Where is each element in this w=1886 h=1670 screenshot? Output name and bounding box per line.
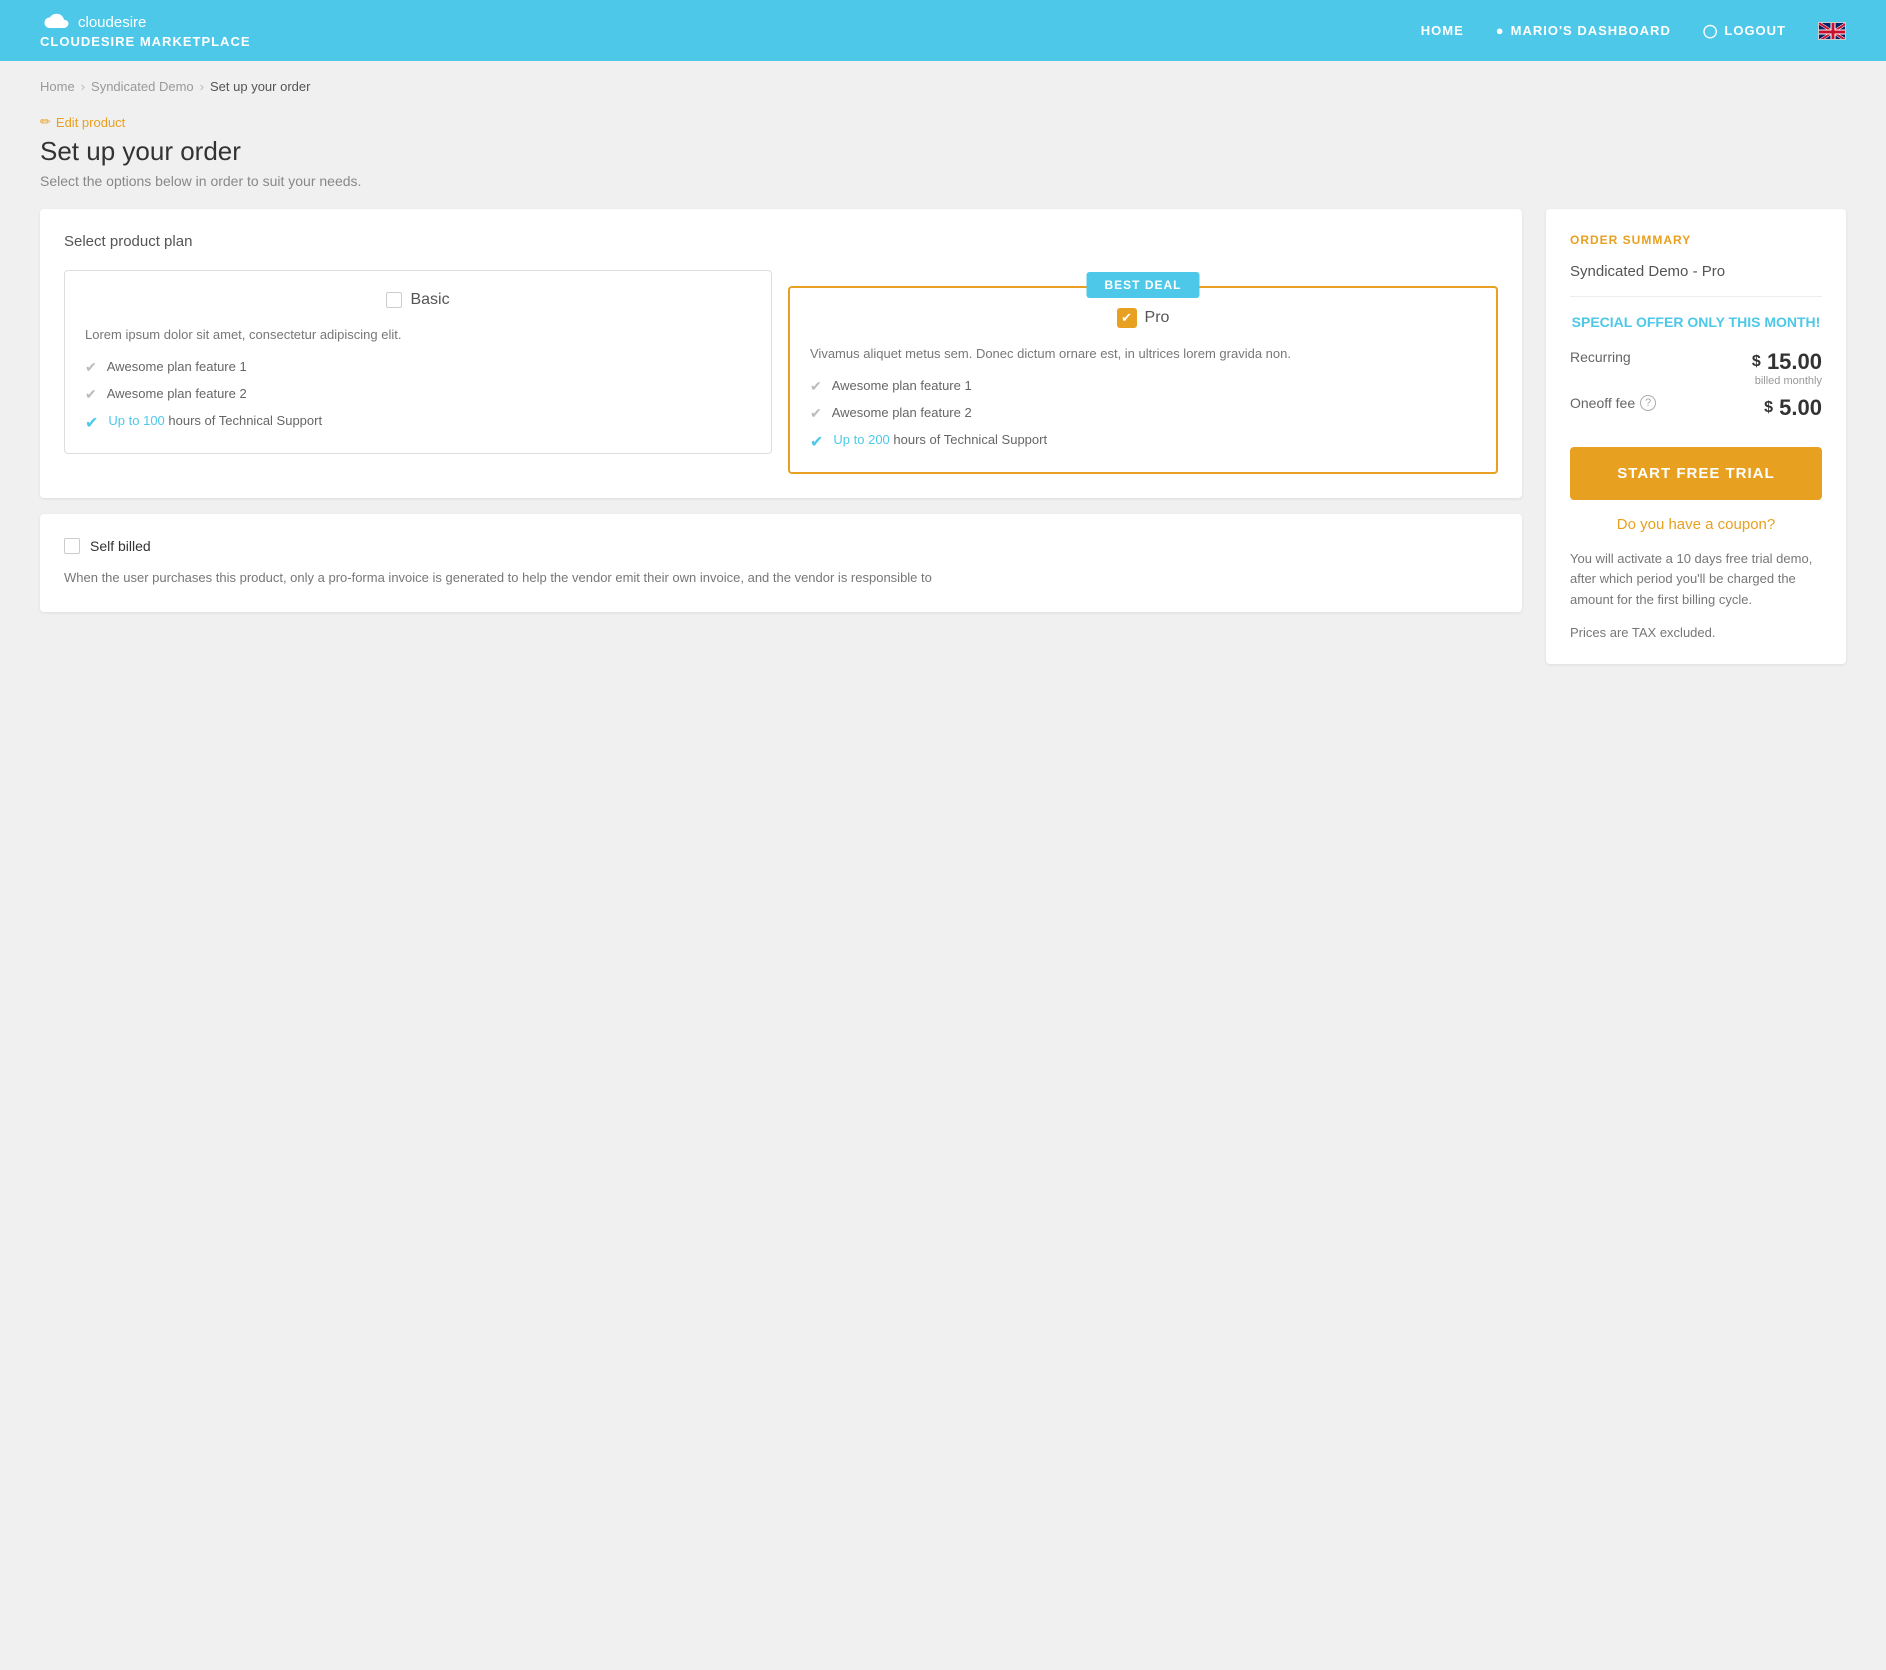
breadcrumb-sep-1: ›	[81, 79, 85, 94]
recurring-amount: $ 15.00	[1752, 349, 1822, 375]
plan-basic-header: Basic	[85, 291, 751, 309]
plan-feature: ✔ Awesome plan feature 1	[85, 359, 751, 376]
order-summary-title: ORDER SUMMARY	[1570, 233, 1822, 247]
plan-pro-checkbox[interactable]: ✔	[1117, 308, 1137, 328]
plan-pro-features: ✔ Awesome plan feature 1 ✔ Awesome plan …	[810, 378, 1476, 452]
logo: cloudesire CLOUDESIRE MARKETPLACE	[40, 12, 251, 49]
plan-selection-card: Select product plan Basic Lorem ipsum do…	[40, 209, 1522, 498]
plan-feature-highlight: ✔ Up to 100 hours of Technical Support	[85, 413, 751, 433]
page-title-section: ✏ Edit product Set up your order Select …	[0, 104, 1886, 209]
order-product-name: Syndicated Demo - Pro	[1570, 263, 1822, 280]
plan-cards: Basic Lorem ipsum dolor sit amet, consec…	[64, 270, 1498, 474]
plan-basic-name: Basic	[410, 291, 449, 309]
user-icon: ●	[1496, 23, 1505, 38]
plan-basic-description: Lorem ipsum dolor sit amet, consectetur …	[85, 325, 751, 345]
plan-basic-checkbox[interactable]	[386, 292, 402, 308]
plan-section-title: Select product plan	[64, 233, 1498, 250]
nav-logout[interactable]: ◯ LOGOUT	[1703, 23, 1786, 39]
special-offer: SPECIAL OFFER ONLY THIS MONTH!	[1570, 313, 1822, 333]
plan-pro-description: Vivamus aliquet metus sem. Donec dictum …	[810, 344, 1476, 364]
nav-home[interactable]: HOME	[1421, 23, 1464, 38]
check-circle-icon: ✔	[810, 432, 823, 452]
recurring-label: Recurring	[1570, 349, 1631, 365]
recurring-price-row: Recurring $ 15.00 billed monthly	[1570, 349, 1822, 387]
plan-feature-highlight: ✔ Up to 200 hours of Technical Support	[810, 432, 1476, 452]
check-icon: ✔	[810, 378, 822, 395]
plan-card-basic[interactable]: Basic Lorem ipsum dolor sit amet, consec…	[64, 270, 772, 454]
plan-card-pro[interactable]: BEST DEAL ✔ Pro Vivamus aliquet metus se…	[788, 286, 1498, 474]
check-icon: ✔	[810, 405, 822, 422]
breadcrumb-product[interactable]: Syndicated Demo	[91, 79, 194, 94]
nav-dashboard[interactable]: ● MARIO'S DASHBOARD	[1496, 23, 1671, 38]
tax-info: Prices are TAX excluded.	[1570, 625, 1822, 640]
self-billed-checkbox[interactable]	[64, 538, 80, 554]
plan-feature: ✔ Awesome plan feature 1	[810, 378, 1476, 395]
oneoff-label: Oneoff fee	[1570, 395, 1635, 411]
coupon-link[interactable]: Do you have a coupon?	[1570, 516, 1822, 533]
logo-name: cloudesire	[78, 14, 146, 31]
self-billed-card: Self billed When the user purchases this…	[40, 514, 1522, 613]
oneoff-help-icon[interactable]: ?	[1640, 395, 1656, 411]
breadcrumb-home[interactable]: Home	[40, 79, 75, 94]
plan-feature: ✔ Awesome plan feature 2	[85, 386, 751, 403]
self-billed-header: Self billed	[64, 538, 1498, 554]
page-header: cloudesire CLOUDESIRE MARKETPLACE HOME ●…	[0, 0, 1886, 61]
order-divider	[1570, 296, 1822, 297]
power-icon: ◯	[1703, 23, 1719, 39]
trial-info: You will activate a 10 days free trial d…	[1570, 549, 1822, 611]
pencil-icon: ✏	[40, 114, 51, 130]
check-circle-icon: ✔	[85, 413, 98, 433]
breadcrumb-current: Set up your order	[210, 79, 310, 94]
edit-product-link[interactable]: ✏ Edit product	[40, 114, 1846, 130]
marketplace-label: CLOUDESIRE MARKETPLACE	[40, 34, 251, 49]
page-title: Set up your order	[40, 136, 1846, 167]
oneoff-amount: $ 5.00	[1764, 395, 1822, 421]
order-summary-card: ORDER SUMMARY Syndicated Demo - Pro SPEC…	[1546, 209, 1846, 664]
breadcrumb-sep-2: ›	[200, 79, 204, 94]
main-content: Select product plan Basic Lorem ipsum do…	[0, 209, 1886, 704]
check-icon: ✔	[85, 386, 97, 403]
best-deal-badge: BEST DEAL	[1086, 272, 1199, 298]
language-flag[interactable]	[1818, 22, 1846, 40]
plan-basic-features: ✔ Awesome plan feature 1 ✔ Awesome plan …	[85, 359, 751, 433]
left-panel: Select product plan Basic Lorem ipsum do…	[40, 209, 1522, 612]
start-trial-button[interactable]: START FREE TRIAL	[1570, 447, 1822, 500]
cloud-icon	[40, 12, 70, 32]
self-billed-description: When the user purchases this product, on…	[64, 568, 1498, 589]
breadcrumb: Home › Syndicated Demo › Set up your ord…	[0, 61, 1886, 104]
plan-pro-header: ✔ Pro	[810, 308, 1476, 328]
self-billed-label: Self billed	[90, 538, 151, 554]
main-nav: HOME ● MARIO'S DASHBOARD ◯ LOGOUT	[1421, 22, 1846, 40]
plan-feature: ✔ Awesome plan feature 2	[810, 405, 1476, 422]
recurring-sub: billed monthly	[1752, 375, 1822, 387]
right-panel: ORDER SUMMARY Syndicated Demo - Pro SPEC…	[1546, 209, 1846, 664]
check-icon: ✔	[85, 359, 97, 376]
oneoff-price-row: Oneoff fee ? $ 5.00	[1570, 395, 1822, 421]
plan-pro-name: Pro	[1145, 309, 1170, 327]
page-subtitle: Select the options below in order to sui…	[40, 173, 1846, 189]
